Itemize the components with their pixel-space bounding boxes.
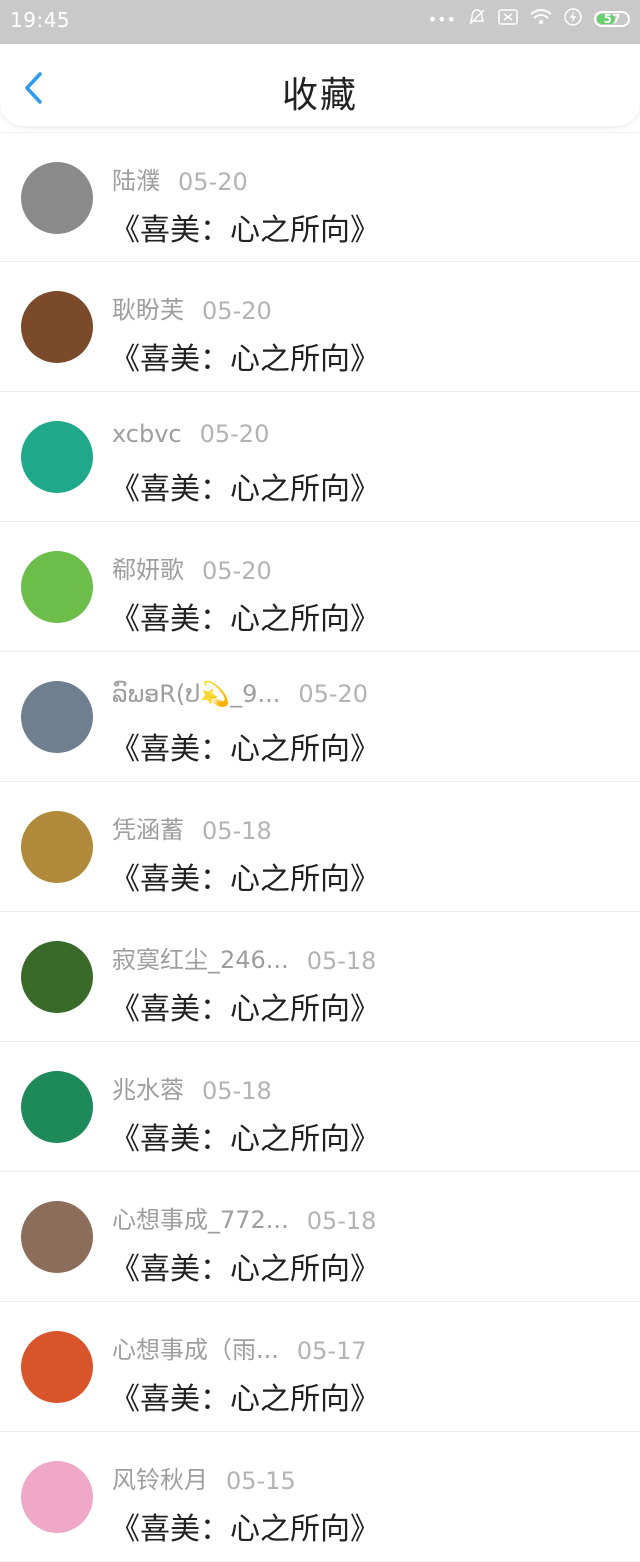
item-date: 05-15 (226, 1467, 296, 1495)
user-name: 陆濮 (112, 167, 160, 195)
item-meta: 陆濮 05-20 (112, 161, 248, 196)
item-meta: 寂寞红尘_246... 05-18 (112, 940, 376, 975)
item-date: 05-17 (296, 1337, 367, 1365)
wifi-icon (530, 9, 552, 29)
item-meta: 凭涵蓄 05-18 (112, 810, 272, 845)
item-date: 05-20 (202, 297, 272, 325)
user-name: 兆水蓉 (112, 1076, 184, 1104)
item-title[interactable]: 《喜美：心之所向》 (110, 1114, 380, 1158)
list-item[interactable]: 心想事成（雨... 05-17 《喜美：心之所向》 (0, 1302, 640, 1432)
item-date: 05-20 (199, 420, 270, 448)
item-title[interactable]: 《喜美：心之所向》 (110, 1244, 380, 1288)
item-meta: ລົພອR(ປ💫_9... 05-20 (112, 680, 368, 708)
user-name: 凭涵蓄 (112, 816, 184, 844)
charging-icon (564, 8, 582, 30)
dots-icon: ••• (427, 9, 456, 29)
user-name: xcbvc (112, 420, 182, 448)
item-meta: 心想事成（雨... 05-17 (112, 1330, 367, 1365)
favorites-list: 陆濮 05-20 《喜美：心之所向》 耿盼芙 05-20 《喜美：心之所向》 xcbvc 05… (0, 132, 640, 1562)
status-icons: ••• 57 (428, 8, 630, 30)
item-meta: 心想事成_772... 05-18 (112, 1200, 376, 1235)
sim-icon (498, 9, 518, 29)
avatar[interactable] (21, 941, 93, 1013)
item-meta: 风铃秋月 05-15 (112, 1460, 296, 1495)
item-meta: 耿盼芙 05-20 (112, 290, 272, 325)
item-date: 05-18 (202, 1077, 272, 1105)
list-item[interactable]: xcbvc 05-20 《喜美：心之所向》 (0, 392, 640, 522)
list-item[interactable]: ລົພອR(ປ💫_9... 05-20 《喜美：心之所向》 (0, 652, 640, 782)
item-title[interactable]: 《喜美：心之所向》 (110, 984, 380, 1028)
item-meta: xcbvc 05-20 (112, 420, 269, 448)
user-name: 风铃秋月 (112, 1466, 208, 1494)
avatar[interactable] (21, 1071, 93, 1143)
user-name: 耿盼芙 (112, 296, 184, 324)
item-title[interactable]: 《喜美：心之所向》 (110, 464, 380, 508)
item-date: 05-20 (202, 557, 272, 585)
item-title[interactable]: 《喜美：心之所向》 (110, 1374, 380, 1418)
header-bar: 收藏 (0, 44, 640, 126)
user-name: 寂寞红尘_246... (112, 946, 289, 974)
battery-icon: 57 (594, 11, 630, 27)
list-item[interactable]: 郗妍歌 05-20 《喜美：心之所向》 (0, 522, 640, 652)
item-title[interactable]: 《喜美：心之所向》 (110, 854, 380, 898)
page-title: 收藏 (281, 75, 358, 116)
item-title[interactable]: 《喜美：心之所向》 (110, 724, 380, 768)
list-item[interactable]: 寂寞红尘_246... 05-18 《喜美：心之所向》 (0, 912, 640, 1042)
status-time: 19:45 (10, 8, 71, 32)
item-meta: 郗妍歌 05-20 (112, 550, 272, 585)
item-date: 05-18 (306, 947, 377, 975)
status-bar: 19:45 ••• 57 (0, 0, 640, 44)
list-item[interactable]: 兆水蓉 05-18 《喜美：心之所向》 (0, 1042, 640, 1172)
item-title[interactable]: 《喜美：心之所向》 (110, 1504, 380, 1548)
list-item[interactable]: 凭涵蓄 05-18 《喜美：心之所向》 (0, 782, 640, 912)
avatar[interactable] (21, 1461, 93, 1533)
list-item[interactable]: 陆濮 05-20 《喜美：心之所向》 (0, 132, 640, 262)
avatar[interactable] (21, 551, 93, 623)
avatar[interactable] (21, 1201, 93, 1273)
item-date: 05-18 (306, 1207, 377, 1235)
battery-level: 57 (603, 12, 621, 26)
user-name: ລົພອR(ປ💫_9... (112, 680, 281, 708)
avatar[interactable] (21, 162, 93, 234)
item-title[interactable]: 《喜美：心之所向》 (110, 594, 380, 638)
avatar[interactable] (21, 1331, 93, 1403)
user-name: 郗妍歌 (112, 556, 184, 584)
avatar[interactable] (21, 811, 93, 883)
avatar[interactable] (21, 681, 93, 753)
item-date: 05-18 (202, 817, 272, 845)
user-name: 心想事成_772... (112, 1206, 289, 1234)
mute-bell-icon (468, 8, 486, 30)
avatar[interactable] (21, 421, 93, 493)
item-meta: 兆水蓉 05-18 (112, 1070, 272, 1105)
item-date: 05-20 (178, 168, 248, 196)
list-item[interactable]: 耿盼芙 05-20 《喜美：心之所向》 (0, 262, 640, 392)
item-title[interactable]: 《喜美：心之所向》 (110, 205, 380, 249)
item-date: 05-20 (298, 680, 369, 708)
item-title[interactable]: 《喜美：心之所向》 (110, 334, 380, 378)
list-item[interactable]: 心想事成_772... 05-18 《喜美：心之所向》 (0, 1172, 640, 1302)
user-name: 心想事成（雨... (112, 1336, 279, 1364)
avatar[interactable] (21, 291, 93, 363)
list-item[interactable]: 风铃秋月 05-15 《喜美：心之所向》 (0, 1432, 640, 1562)
